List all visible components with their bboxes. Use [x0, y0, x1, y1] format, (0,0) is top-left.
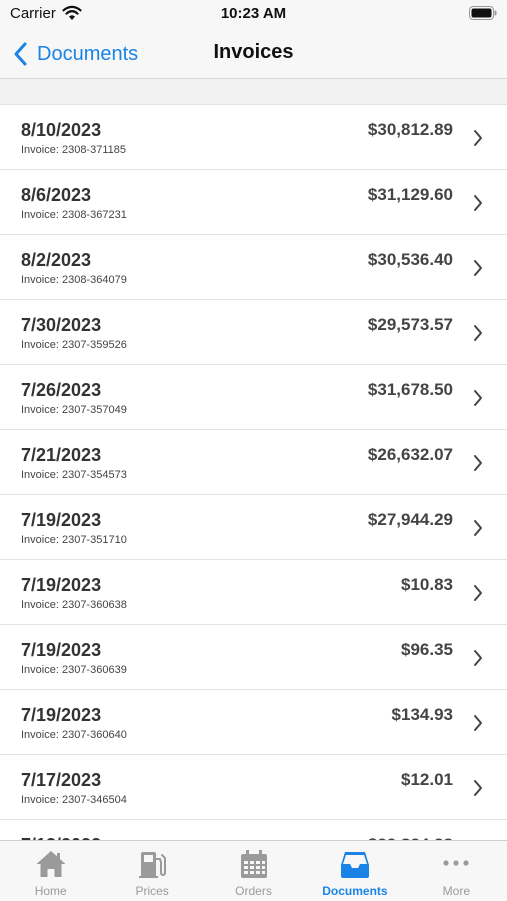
invoice-row[interactable]: 8/6/2023 Invoice: 2308-367231 $31,129.60 — [0, 169, 507, 234]
chevron-right-icon — [474, 455, 482, 471]
invoice-date: 7/19/2023 — [21, 705, 102, 725]
back-label: Documents — [37, 42, 139, 65]
invoice-date: 7/26/2023 — [21, 380, 102, 400]
invoice-amount: $12.01 — [401, 770, 453, 789]
tab-label: More — [442, 884, 470, 898]
invoice-number: Invoice: 2307-346504 — [21, 794, 127, 806]
invoice-amount: $27,944.29 — [367, 510, 453, 529]
invoice-row[interactable]: 7/13/2023$29,824.38 — [0, 819, 507, 840]
back-chevron-icon — [14, 42, 27, 66]
invoice-number: Invoice: 2307-351710 — [21, 534, 127, 546]
chevron-right-icon — [474, 585, 482, 601]
navigation-bar: Documents Invoices — [0, 30, 507, 79]
battery-icon — [469, 6, 497, 20]
invoice-row[interactable]: 7/21/2023 Invoice: 2307-354573 $26,632.07 — [0, 429, 507, 494]
invoice-date: 7/17/2023 — [21, 770, 102, 790]
invoice-number: Invoice: 2307-357049 — [21, 404, 127, 416]
chevron-right-icon — [474, 780, 482, 796]
invoice-number: Invoice: 2308-364079 — [21, 274, 127, 286]
chevron-right-icon — [474, 260, 482, 276]
invoice-amount: $96.35 — [401, 640, 453, 659]
invoice-row[interactable]: 8/2/2023 Invoice: 2308-364079 $30,536.40 — [0, 234, 507, 299]
invoice-date: 7/19/2023 — [21, 640, 102, 660]
tab-label: Home — [34, 884, 67, 898]
invoice-row[interactable]: 7/17/2023 Invoice: 2307-346504 $12.01 — [0, 754, 507, 819]
tab-bar: Home Prices Orders Documents More — [0, 840, 507, 901]
invoice-row[interactable]: 8/10/2023 Invoice: 2308-371185 $30,812.89 — [0, 104, 507, 169]
tab-home[interactable]: Home — [0, 841, 101, 901]
invoice-amount: $31,678.50 — [367, 380, 453, 399]
invoice-list: 8/10/2023 Invoice: 2308-371185 $30,812.89 8… — [0, 104, 507, 840]
chevron-right-icon — [474, 130, 482, 146]
invoice-list-scroll[interactable]: 8/10/2023 Invoice: 2308-371185 $30,812.89 8… — [0, 79, 507, 840]
invoice-amount: $134.93 — [391, 705, 453, 724]
invoice-number: Invoice: 2308-367231 — [21, 209, 127, 221]
invoice-row[interactable]: 7/19/2023 Invoice: 2307-360638 $10.83 — [0, 559, 507, 624]
invoice-date: 8/2/2023 — [21, 250, 92, 270]
invoice-row[interactable]: 7/19/2023 Invoice: 2307-360640 $134.93 — [0, 689, 507, 754]
more-dots-icon — [443, 860, 469, 866]
invoice-date: 8/6/2023 — [21, 185, 92, 205]
invoice-date: 7/19/2023 — [21, 510, 102, 530]
fuel-pump-icon — [139, 852, 167, 878]
calendar-icon — [240, 850, 267, 878]
tab-prices[interactable]: Prices — [101, 841, 202, 901]
home-icon — [36, 851, 66, 877]
invoice-amount: $10.83 — [401, 575, 453, 594]
chevron-right-icon — [474, 520, 482, 536]
clock: 10:23 AM — [220, 5, 287, 22]
invoice-amount: $30,536.40 — [367, 250, 453, 269]
back-button[interactable]: Documents — [12, 38, 138, 70]
invoice-date: 7/19/2023 — [21, 575, 102, 595]
invoice-amount: $29,573.57 — [367, 315, 453, 334]
invoice-number: Invoice: 2307-360639 — [21, 664, 127, 676]
tab-label: Documents — [322, 884, 388, 898]
invoice-amount: $26,632.07 — [367, 445, 453, 464]
inbox-tray-icon — [340, 852, 369, 878]
invoice-date: 8/10/2023 — [21, 120, 102, 140]
status-bar: Carrier 10:23 AM — [0, 0, 507, 30]
invoice-row[interactable]: 7/19/2023 Invoice: 2307-351710 $27,944.29 — [0, 494, 507, 559]
invoice-row[interactable]: 7/26/2023 Invoice: 2307-357049 $31,678.50 — [0, 364, 507, 429]
tab-label: Prices — [135, 884, 169, 898]
invoice-number: Invoice: 2307-360640 — [21, 729, 127, 741]
tab-orders[interactable]: Orders — [203, 841, 304, 901]
chevron-right-icon — [474, 650, 482, 666]
invoice-number: Invoice: 2308-371185 — [21, 144, 126, 156]
invoice-amount: $30,812.89 — [367, 120, 453, 139]
chevron-right-icon — [474, 390, 482, 406]
invoice-number: Invoice: 2307-359526 — [21, 339, 127, 351]
chevron-right-icon — [474, 715, 482, 731]
tab-more[interactable]: More — [406, 841, 507, 901]
invoice-row[interactable]: 7/19/2023 Invoice: 2307-360639 $96.35 — [0, 624, 507, 689]
invoice-number: Invoice: 2307-354573 — [21, 469, 127, 481]
invoice-row[interactable]: 7/30/2023 Invoice: 2307-359526 $29,573.57 — [0, 299, 507, 364]
invoice-date: 7/21/2023 — [21, 445, 102, 465]
chevron-right-icon — [474, 325, 482, 341]
invoice-amount: $31,129.60 — [367, 185, 453, 204]
chevron-right-icon — [474, 195, 482, 211]
invoice-number: Invoice: 2307-360638 — [21, 599, 127, 611]
tab-label: Orders — [235, 884, 272, 898]
tab-documents[interactable]: Documents — [304, 841, 405, 901]
invoice-date: 7/30/2023 — [21, 315, 102, 335]
